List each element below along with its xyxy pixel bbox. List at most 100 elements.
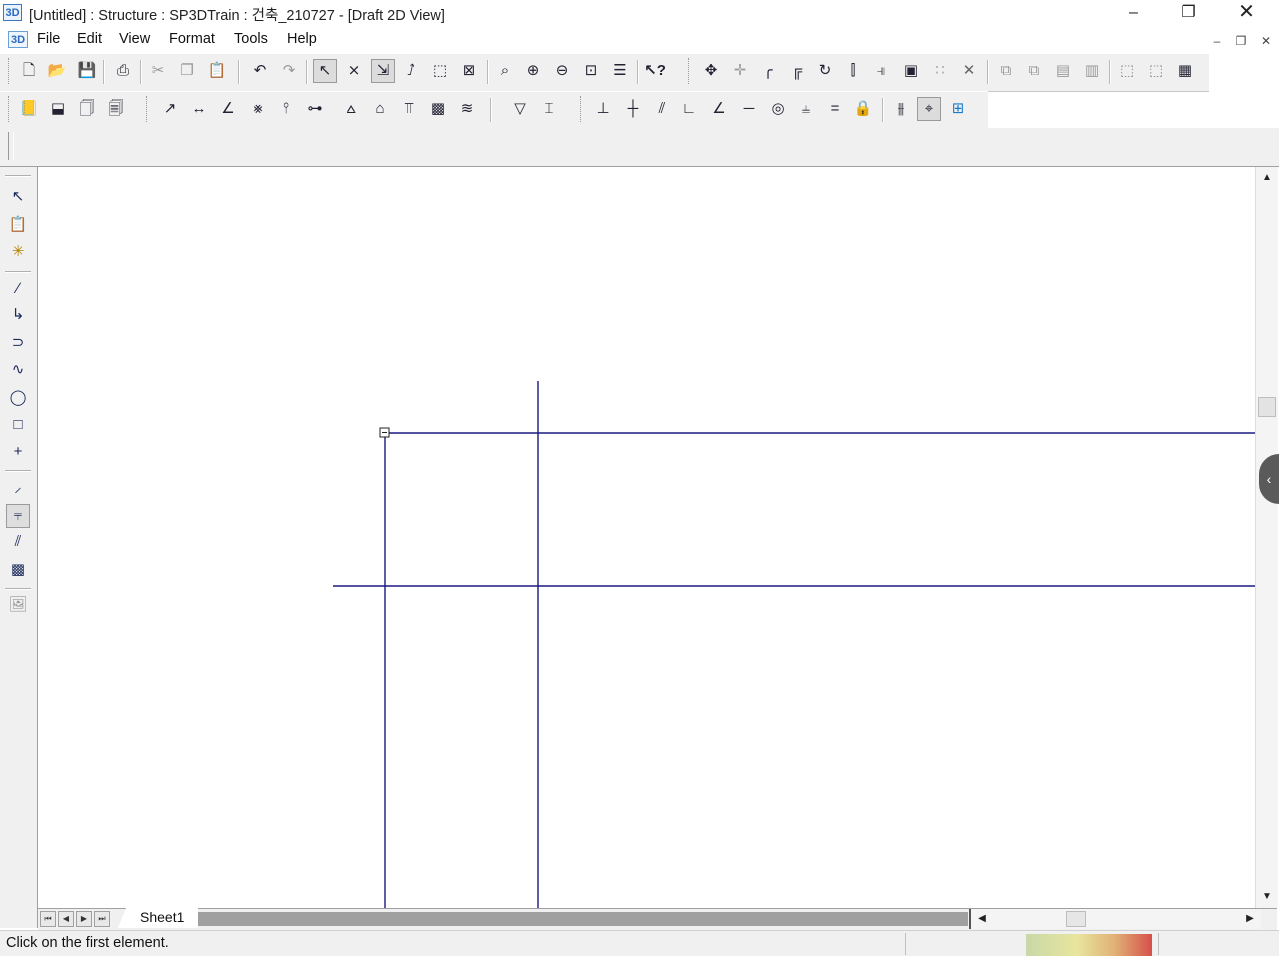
- toolbar-grip[interactable]: [5, 175, 31, 177]
- last-sheet-icon[interactable]: ⏭: [94, 911, 110, 927]
- first-sheet-icon[interactable]: ⏮: [40, 911, 56, 927]
- mirror-icon[interactable]: ⫿: [841, 59, 865, 83]
- weld-icon[interactable]: ≋: [455, 97, 479, 121]
- horizontal-scrollbar[interactable]: ◀ ▶: [969, 909, 1261, 929]
- menu-format[interactable]: Format: [169, 31, 215, 47]
- help-pointer-icon[interactable]: ↖?: [643, 59, 667, 83]
- open-icon[interactable]: 📂: [45, 59, 69, 83]
- view-wizard-icon[interactable]: 🗍: [75, 97, 99, 121]
- pan-icon[interactable]: ☰: [608, 59, 632, 83]
- smart-select-icon[interactable]: ✳: [6, 240, 30, 264]
- print-icon[interactable]: ⎙: [111, 59, 135, 83]
- dim-distance-icon[interactable]: ↔: [187, 97, 211, 121]
- prev-sheet-icon[interactable]: ◀: [58, 911, 74, 927]
- view-update-icon[interactable]: 🗐: [104, 97, 128, 121]
- perpendicular-icon[interactable]: ∟: [677, 97, 701, 121]
- curve-icon[interactable]: ∿: [6, 358, 30, 382]
- select-arrow-icon[interactable]: ↖: [6, 185, 30, 209]
- fill-icon[interactable]: ▩: [6, 558, 30, 582]
- parallel-icon[interactable]: ⫽: [650, 97, 674, 121]
- dim-angle-icon[interactable]: ∠: [216, 97, 240, 121]
- select-tool-icon[interactable]: ↖: [313, 59, 337, 83]
- menu-tools[interactable]: Tools: [234, 31, 268, 47]
- dim-coordinate-icon[interactable]: ⫯: [274, 97, 298, 121]
- hatch-icon[interactable]: ⩟: [339, 97, 363, 121]
- menu-help[interactable]: Help: [287, 31, 317, 47]
- fillet-icon[interactable]: ╭: [756, 59, 780, 83]
- smart-dim-icon[interactable]: ↗: [158, 97, 182, 121]
- add-view-icon[interactable]: ⬓: [46, 97, 70, 121]
- bring-front-icon[interactable]: ⧉: [994, 59, 1018, 83]
- scroll-down-icon[interactable]: ▼: [1258, 888, 1276, 906]
- menu-view[interactable]: View: [119, 31, 150, 47]
- ribbon-grip[interactable]: [8, 132, 14, 160]
- new-icon[interactable]: 🗋: [17, 59, 41, 83]
- dim-chain-icon[interactable]: ⊶: [303, 97, 327, 121]
- split-icon[interactable]: ⭜: [399, 59, 423, 83]
- trim-icon[interactable]: ⨯: [342, 59, 366, 83]
- toolbar-grip[interactable]: [8, 96, 12, 122]
- minimize-icon[interactable]: –: [1111, 0, 1156, 27]
- equal-icon[interactable]: =: [823, 97, 847, 121]
- undo-icon[interactable]: ↶: [248, 59, 272, 83]
- zoom-extents-icon[interactable]: ⊡: [579, 59, 603, 83]
- array-icon[interactable]: ∷: [928, 59, 952, 83]
- zoom-area-icon[interactable]: ⌕: [493, 59, 517, 83]
- arc-icon[interactable]: ⊃: [6, 331, 30, 355]
- move-icon[interactable]: ✥: [699, 59, 723, 83]
- fit-icon[interactable]: ⊠: [457, 59, 481, 83]
- delete-icon[interactable]: ✕: [957, 59, 981, 83]
- dimension-group-icon[interactable]: ⊞: [946, 97, 970, 121]
- line-icon[interactable]: ∕: [6, 277, 30, 301]
- restore-icon[interactable]: ❐: [1166, 0, 1211, 27]
- dim-radial-icon[interactable]: ⨳: [246, 97, 270, 121]
- horizontal-icon[interactable]: ┼: [621, 97, 645, 121]
- balloon-icon[interactable]: ⫪: [397, 97, 421, 121]
- scroll-up-icon[interactable]: ▲: [1258, 169, 1276, 187]
- redo-icon[interactable]: ↷: [277, 59, 301, 83]
- frame-icon[interactable]: ⬚: [1115, 59, 1139, 83]
- toolbar-grip[interactable]: [8, 58, 12, 84]
- sheet-setup-icon[interactable]: 📒: [17, 97, 41, 121]
- scroll-right-icon[interactable]: ▶: [1241, 910, 1259, 928]
- relation-icon[interactable]: ⫵: [889, 97, 913, 121]
- tangent-icon[interactable]: ∠: [707, 97, 731, 121]
- ungroup-icon[interactable]: ▥: [1080, 59, 1104, 83]
- connect-icon[interactable]: ⊥: [591, 97, 615, 121]
- menu-edit[interactable]: Edit: [77, 31, 102, 47]
- document-icon[interactable]: 3D: [8, 31, 28, 48]
- doc-close-icon[interactable]: ✕: [1257, 33, 1275, 49]
- intersect-icon[interactable]: ⌖: [917, 97, 941, 121]
- vertical-scrollbar[interactable]: ▲ ▼: [1255, 167, 1278, 908]
- toolbar-grip[interactable]: [580, 96, 584, 122]
- frame-3-icon[interactable]: ▦: [1173, 59, 1197, 83]
- lock-icon[interactable]: 🔒: [851, 97, 875, 121]
- offset-tool-icon[interactable]: ⫽: [6, 530, 30, 554]
- layer-icon[interactable]: ⬚: [428, 59, 452, 83]
- close-icon[interactable]: ✕: [1224, 0, 1269, 27]
- zoom-in-icon[interactable]: ⊕: [521, 59, 545, 83]
- scale-icon[interactable]: ▣: [899, 59, 923, 83]
- symmetric-icon[interactable]: ⫨: [794, 97, 818, 121]
- paste-icon[interactable]: 📋: [205, 59, 229, 83]
- menu-file[interactable]: File: [37, 31, 60, 47]
- align-icon[interactable]: ⫣: [869, 59, 893, 83]
- image-icon[interactable]: 🖼: [6, 593, 30, 617]
- text-icon[interactable]: ⌂: [368, 97, 392, 121]
- doc-restore-icon[interactable]: ❐: [1232, 33, 1250, 49]
- rotate-icon[interactable]: ↻: [813, 59, 837, 83]
- vertical-scroll-thumb[interactable]: [1258, 397, 1276, 417]
- rectangle-icon[interactable]: □: [6, 413, 30, 437]
- collinear-icon[interactable]: ─: [737, 97, 761, 121]
- circle-icon[interactable]: ◯: [6, 386, 30, 410]
- offset-icon[interactable]: ╔: [785, 59, 809, 83]
- drawing-svg[interactable]: [38, 167, 1255, 908]
- toolbar-grip[interactable]: [688, 58, 692, 84]
- zoom-out-icon[interactable]: ⊖: [550, 59, 574, 83]
- toolbar-grip[interactable]: [146, 96, 150, 122]
- line-style-icon[interactable]: ⌶: [537, 97, 561, 121]
- paste-drawing-icon[interactable]: 📋: [6, 213, 30, 237]
- save-icon[interactable]: 💾: [75, 59, 99, 83]
- cut-icon[interactable]: ✂: [146, 59, 170, 83]
- label-icon[interactable]: ▩: [426, 97, 450, 121]
